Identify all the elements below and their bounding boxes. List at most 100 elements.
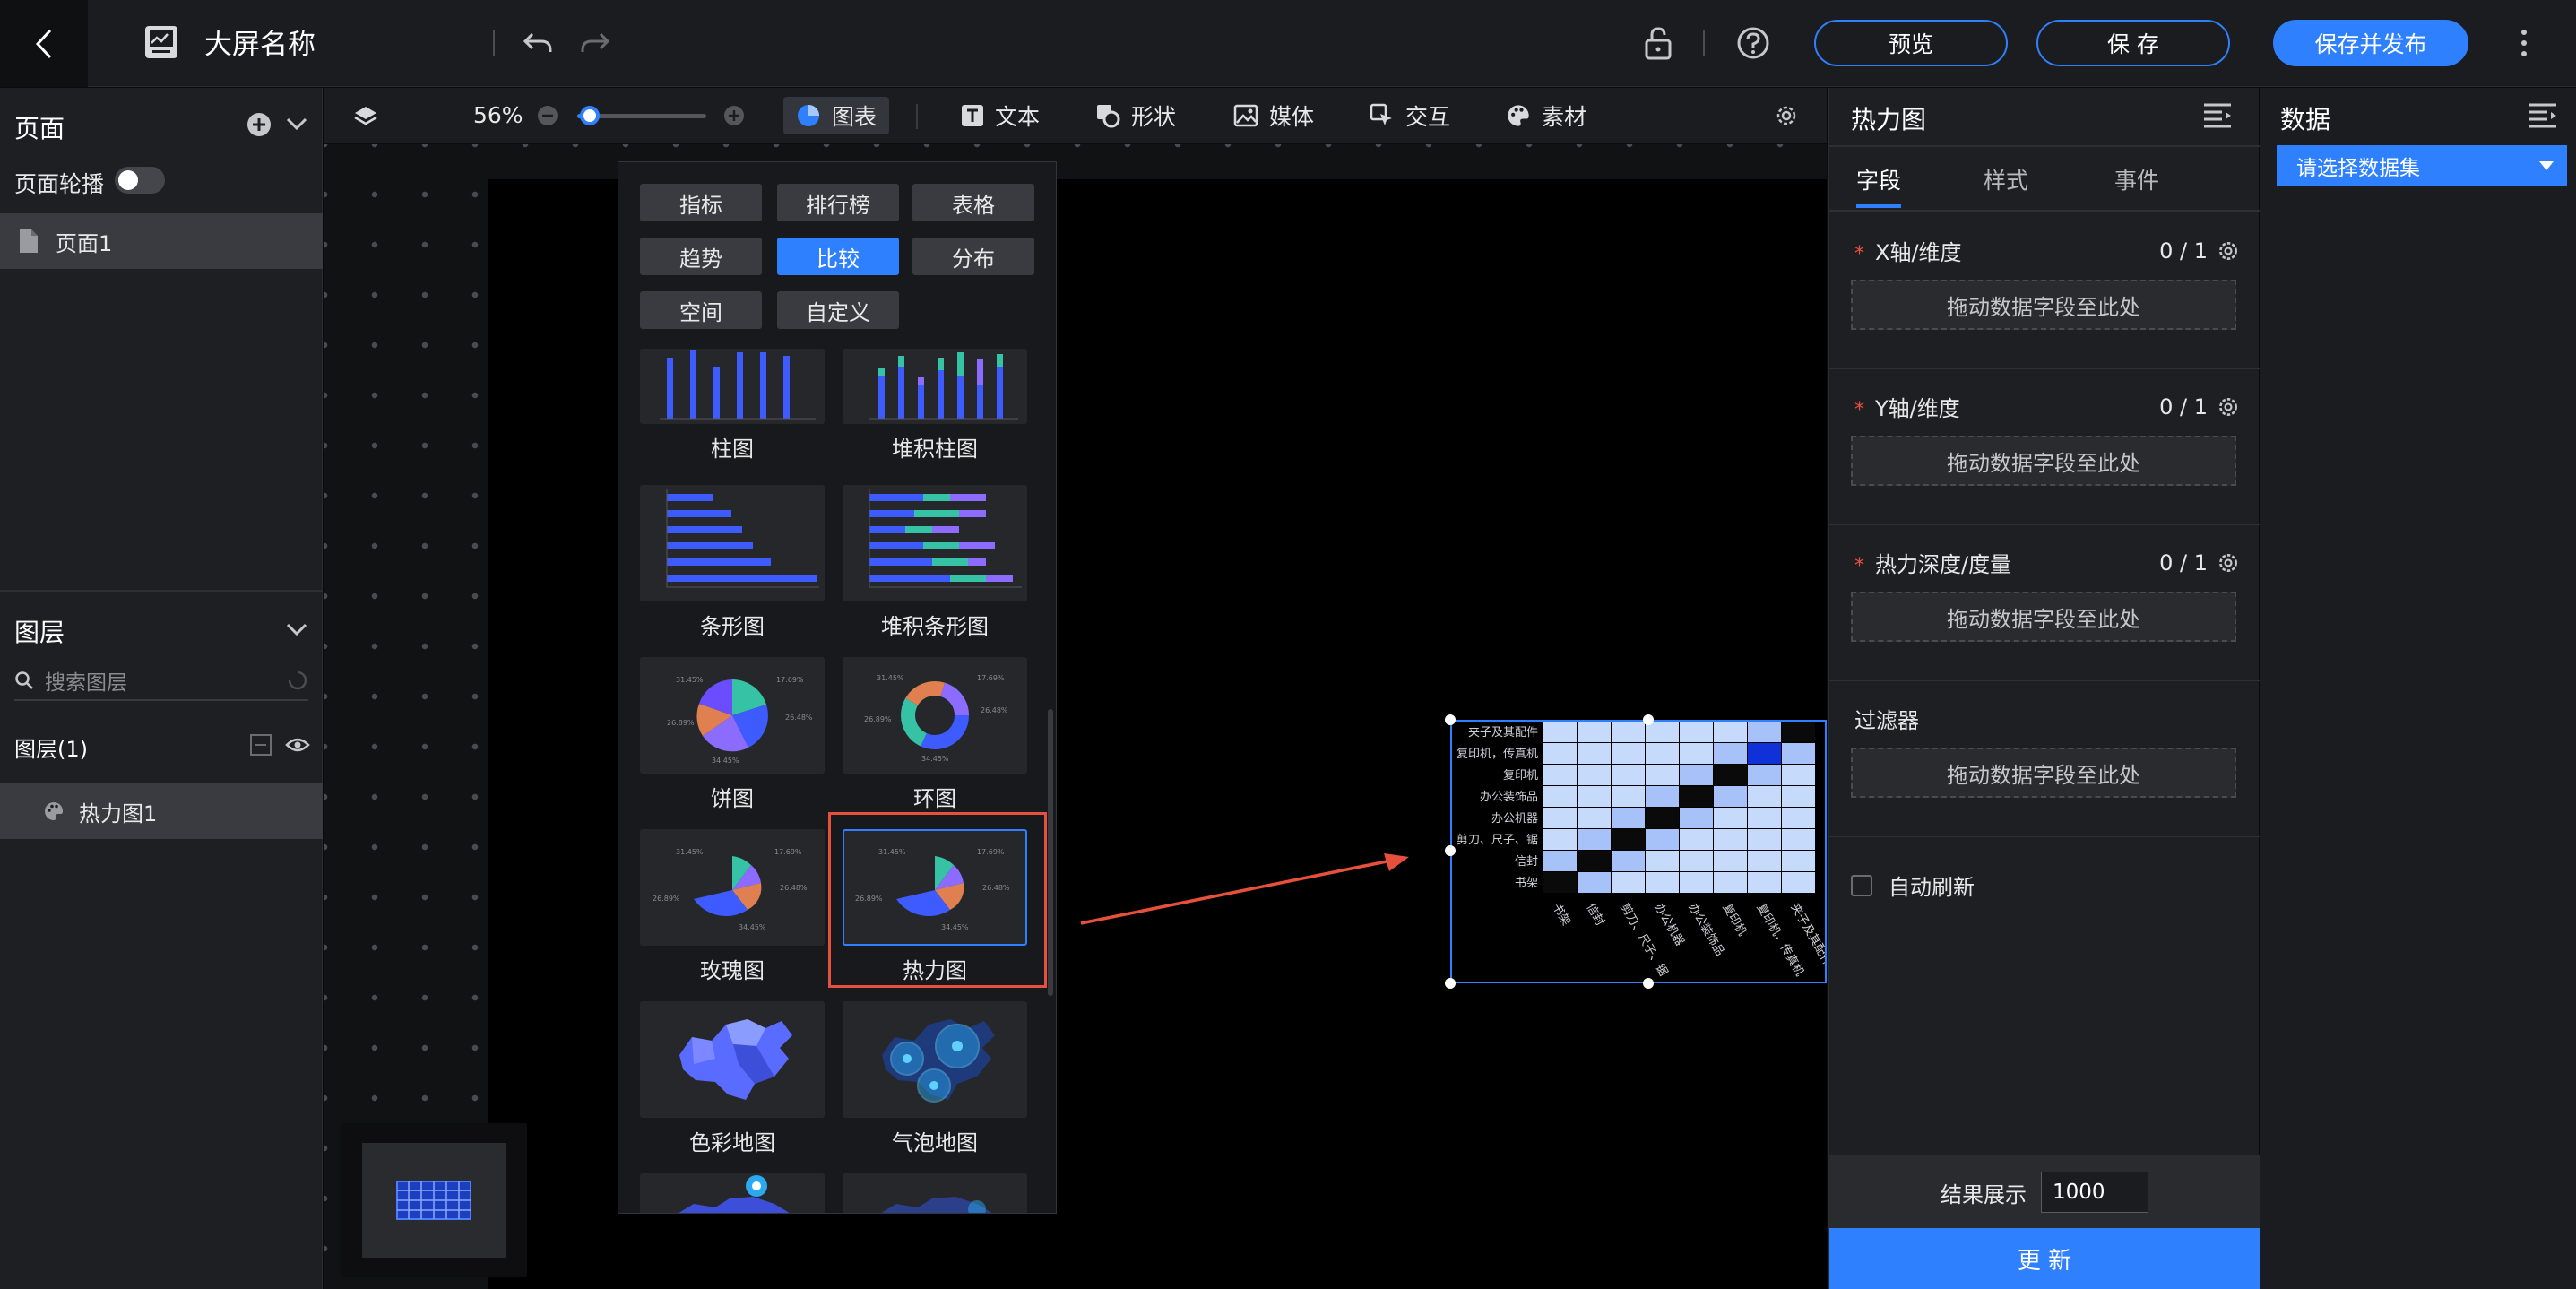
chart-option-color-map[interactable]: 色彩地图 [640, 1001, 825, 1156]
page-item[interactable]: 页面1 [0, 213, 323, 269]
lock-icon[interactable] [1642, 25, 1674, 61]
heatmap-cell [1578, 808, 1611, 828]
heatmap-cell [1612, 786, 1645, 807]
redo-icon[interactable] [579, 27, 611, 59]
page-item-label: 页面1 [56, 230, 113, 256]
tab-style[interactable]: 样式 [1984, 163, 2028, 195]
tab-fields[interactable]: 字段 [1856, 163, 1901, 195]
chart-option-pie[interactable]: 31.45% 17.69% 26.89% 26.48% 34.45% 饼图 [640, 657, 825, 812]
category-compare[interactable]: 比较 [777, 238, 899, 275]
heatmap-cell [1782, 743, 1815, 764]
tab-events[interactable]: 事件 [2114, 163, 2159, 195]
category-custom[interactable]: 自定义 [777, 291, 899, 329]
eye-icon[interactable] [285, 735, 310, 755]
auto-refresh-checkbox[interactable] [1851, 874, 1872, 896]
loading-icon [288, 670, 307, 690]
undo-icon[interactable] [522, 27, 554, 59]
settings-gear-icon[interactable] [2217, 395, 2240, 419]
toolbar: 56% 图表 文本 形状 媒体 交互 素材 [324, 88, 1827, 143]
save-and-publish-button[interactable]: 保存并发布 [2273, 20, 2468, 66]
x-axis-drop-zone[interactable]: 拖动数据字段至此处 [1851, 280, 2236, 330]
heatmap-cell [1782, 808, 1815, 828]
heatmap-cell [1782, 786, 1815, 807]
layer-search-input[interactable]: 搜索图层 [14, 662, 308, 701]
dropdown-scrollbar[interactable] [1048, 709, 1053, 996]
heat-depth-label: 热力深度/度量 [1875, 552, 2012, 577]
resize-handle[interactable] [1643, 714, 1654, 725]
color-map-thumbnail [679, 1019, 792, 1100]
save-button[interactable]: 保 存 [2036, 20, 2230, 66]
settings-gear-icon[interactable] [2217, 551, 2240, 575]
layers-count: 图层(1) [14, 737, 88, 762]
help-icon[interactable] [1735, 25, 1771, 61]
category-space[interactable]: 空间 [640, 291, 762, 329]
zoom-out-icon[interactable] [536, 104, 559, 127]
chart-option-flow-map[interactable] [843, 1173, 1027, 1213]
chart-option-stacked-horizontal-bar[interactable]: 堆积条形图 [843, 485, 1027, 640]
app-title[interactable]: 大屏名称 [204, 22, 316, 62]
horizontal-bar-thumbnail [666, 489, 819, 588]
pie-chart-icon [798, 105, 819, 126]
minimap[interactable] [341, 1123, 527, 1277]
chevron-down-icon[interactable] [285, 115, 308, 133]
chart-option-bar[interactable]: 柱图 [640, 349, 825, 463]
layers-icon[interactable] [353, 104, 378, 129]
heatmap-cell [1612, 829, 1645, 850]
category-table[interactable]: 表格 [912, 184, 1034, 221]
flow-map-thumbnail [881, 1197, 992, 1213]
chart-option-stacked-bar[interactable]: 堆积柱图 [843, 349, 1027, 463]
chart-option-horizontal-bar[interactable]: 条形图 [640, 485, 825, 640]
y-axis-drop-zone[interactable]: 拖动数据字段至此处 [1851, 436, 2236, 486]
chart-option-rose[interactable]: 31.45% 17.69% 26.89% 26.48% 34.45% 玫瑰图 [640, 829, 825, 984]
heatmap-widget[interactable]: 夹子及其配件 复印机，传真机 复印机 办公装饰品 办公机器 剪刀、尺子、锯 信封 书架 书架 信封… [1450, 720, 1827, 983]
category-distribution[interactable]: 分布 [912, 238, 1034, 275]
heatmap-cell [1714, 743, 1747, 764]
collapse-all-icon[interactable] [249, 733, 272, 757]
required-marker: * [1854, 555, 1864, 577]
resize-handle[interactable] [1445, 714, 1456, 725]
filter-drop-zone[interactable]: 拖动数据字段至此处 [1851, 748, 2236, 798]
back-button[interactable] [0, 0, 88, 87]
chart-option-label: 堆积条形图 [881, 614, 989, 639]
zoom-slider-thumb[interactable] [580, 106, 601, 125]
heatmap-col-label: 书架 [1550, 902, 1573, 929]
heatmap-cell [1714, 829, 1747, 850]
more-vertical-icon[interactable] [2517, 27, 2531, 59]
tool-material[interactable]: 素材 [1493, 97, 1599, 134]
tool-chart[interactable]: 图表 [783, 97, 890, 134]
chevron-down-icon[interactable] [285, 620, 308, 638]
tool-text[interactable]: 文本 [948, 97, 1052, 134]
heatmap-cell [1543, 851, 1577, 871]
chart-option-location-map[interactable] [640, 1173, 825, 1213]
zoom-slider[interactable] [577, 106, 706, 125]
category-metric[interactable]: 指标 [640, 184, 762, 221]
tool-interaction[interactable]: 交互 [1357, 97, 1463, 134]
tool-media[interactable]: 媒体 [1221, 97, 1327, 134]
add-page-icon[interactable] [246, 111, 272, 138]
carousel-toggle[interactable] [115, 167, 165, 194]
dataset-select[interactable]: 请选择数据集 [2277, 145, 2567, 186]
data-title: 数据 [2280, 105, 2331, 134]
update-button[interactable]: 更 新 [1829, 1228, 2260, 1289]
collapse-panel-icon[interactable] [2528, 102, 2558, 129]
category-ranking[interactable]: 排行榜 [777, 184, 899, 221]
layer-item[interactable]: 热力图1 [0, 783, 323, 839]
chart-option-donut[interactable]: 31.45% 17.69% 26.89% 26.48% 34.45% 环图 [843, 657, 1027, 812]
result-count-input[interactable] [2041, 1172, 2148, 1213]
cursor-click-icon [1370, 103, 1392, 125]
chart-option-bubble-map[interactable]: 气泡地图 [843, 1001, 1027, 1156]
collapse-panel-icon[interactable] [2202, 102, 2233, 129]
tool-shape[interactable]: 形状 [1083, 97, 1189, 134]
auto-refresh-row[interactable]: 自动刷新 [1851, 869, 1975, 901]
settings-gear-icon[interactable] [2217, 239, 2240, 263]
settings-gear-icon[interactable] [1773, 102, 1800, 129]
category-trend[interactable]: 趋势 [640, 238, 762, 275]
preview-button[interactable]: 预览 [1814, 20, 2008, 66]
heat-depth-drop-zone[interactable]: 拖动数据字段至此处 [1851, 592, 2236, 642]
resize-handle[interactable] [1445, 845, 1456, 856]
zoom-in-icon[interactable] [722, 104, 746, 127]
resize-handle[interactable] [1643, 978, 1654, 989]
auto-refresh-label: 自动刷新 [1889, 875, 1975, 900]
resize-handle[interactable] [1445, 978, 1456, 989]
heatmap-row-label: 复印机 [1503, 769, 1538, 783]
